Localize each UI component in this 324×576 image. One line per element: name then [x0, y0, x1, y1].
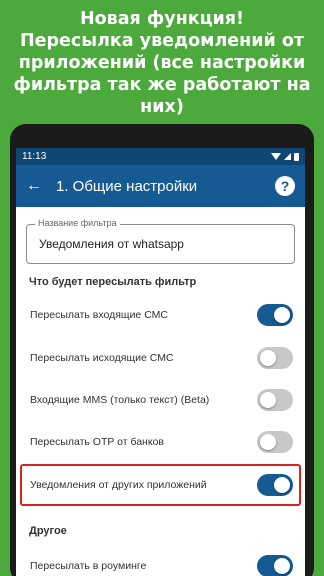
status-time: 11:13: [22, 151, 47, 162]
bank-otp-toggle[interactable]: [257, 431, 293, 453]
help-circle-icon[interactable]: ?: [275, 176, 295, 196]
setting-label: Входящие MMS (только текст) (Beta): [30, 394, 210, 406]
page-title: 1. Общие настройки: [56, 177, 198, 195]
other-section-title: Другое: [29, 525, 67, 537]
highlight-frame: [20, 464, 301, 506]
wifi-icon: [271, 153, 281, 160]
promo-line-3: приложений (все настройки: [18, 53, 306, 73]
signal-icon: [284, 153, 291, 160]
setting-row-outgoing-sms[interactable]: Пересылать исходящие СМС: [16, 337, 305, 379]
filter-name-field[interactable]: Название фильтра Уведомления от whatsapp: [26, 218, 295, 264]
promo-line-4: фильтра так же работают на них): [13, 75, 311, 117]
setting-label: Пересылать OTP от банков: [30, 436, 164, 448]
setting-label: Пересылать в роуминге: [30, 560, 147, 572]
status-bar: 11:13: [16, 148, 305, 165]
setting-label: Пересылать входящие СМС: [30, 309, 168, 321]
promo-banner: Новая функция! Пересылка уведомлений от …: [0, 8, 324, 118]
setting-row-incoming-mms[interactable]: Входящие MMS (только текст) (Beta): [16, 379, 305, 421]
incoming-mms-toggle[interactable]: [257, 389, 293, 411]
battery-icon: [294, 152, 299, 161]
setting-row-roaming[interactable]: Пересылать в роуминге: [16, 545, 305, 576]
setting-row-incoming-sms[interactable]: Пересылать входящие СМС: [16, 294, 305, 336]
setting-label: Пересылать исходящие СМС: [30, 352, 174, 364]
filter-name-input[interactable]: Уведомления от whatsapp: [39, 237, 184, 251]
promo-line-1: Новая функция!: [79, 9, 245, 29]
app-bar: ← 1. Общие настройки ?: [16, 165, 305, 207]
setting-row-bank-otp[interactable]: Пересылать OTP от банков: [16, 421, 305, 463]
forward-section-title: Что будет пересылать фильтр: [29, 276, 197, 288]
filter-name-label: Название фильтра: [35, 218, 120, 228]
outgoing-sms-toggle[interactable]: [257, 347, 293, 369]
roaming-toggle[interactable]: [257, 555, 293, 576]
app-screen: 11:13 ← 1. Общие настройки ? Название фи…: [16, 148, 305, 576]
incoming-sms-toggle[interactable]: [257, 304, 293, 326]
arrow-left-icon[interactable]: ←: [26, 177, 56, 195]
promo-line-2: Пересылка уведомлений от: [19, 31, 305, 51]
